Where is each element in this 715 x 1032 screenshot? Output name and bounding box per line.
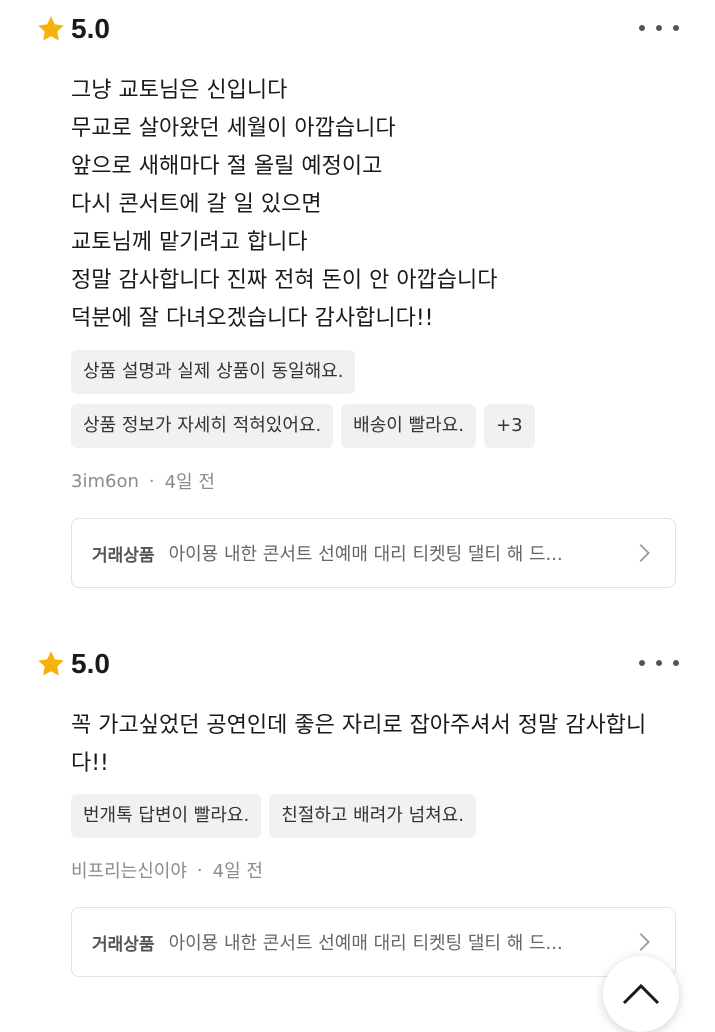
review-tag: 친절하고 배려가 넘쳐요. [269,794,476,838]
more-tags-button[interactable]: +3 [483,404,535,448]
product-label: 거래상품 [92,545,155,566]
product-name: 아이묭 내한 콘서트 선예매 대리 티켓팅 댈티 해 드... [168,933,563,954]
product-card[interactable]: 거래상품 아이묭 내한 콘서트 선예매 대리 티켓팅 댈티 해 드... [71,907,676,977]
rating: 5.0 [36,11,110,47]
star-icon [38,651,64,676]
review-time: 4일 전 [212,861,263,882]
product-label: 거래상품 [92,934,155,955]
review-tag: 상품 설명과 실제 상품이 동일해요. [71,350,356,394]
author-name[interactable]: 비프리는신이야 [71,857,187,883]
review-tag: 상품 정보가 자세히 적혀있어요. [71,404,334,448]
more-options-icon [639,660,645,666]
review-tags: 번개톡 답변이 빨라요. 친절하고 배려가 넘쳐요. [71,794,681,848]
rating: 5.0 [36,646,110,682]
author-name[interactable]: 3im6on [71,471,139,492]
rating-score: 5.0 [71,13,110,44]
review-tag: 번개톡 답변이 빨라요. [71,794,262,838]
scroll-to-top-button[interactable] [603,956,679,1032]
separator: · [196,859,203,881]
review-text: 꼭 가고싶었던 공연인데 좋은 자리로 잡아주셔서 정말 감사합니다!! [71,713,647,776]
product-card[interactable]: 거래상품 아이묭 내한 콘서트 선예매 대리 티켓팅 댈티 해 드... [71,518,676,588]
more-options-button[interactable] [639,16,679,40]
rating-score: 5.0 [71,648,110,679]
review-text: 그냥 교토님은 신입니다 무교로 살아왔던 세월이 아깝습니다 앞으로 새해마다… [71,78,498,331]
chevron-right-icon [639,544,650,562]
review-time: 4일 전 [164,472,215,493]
review-meta: 3im6on · 4일 전 [71,468,215,494]
chevron-right-icon [639,933,650,951]
more-options-button[interactable] [639,651,679,675]
more-options-icon [639,25,645,31]
review-tag: 배송이 빨라요. [341,404,476,448]
product-name: 아이묭 내한 콘서트 선예매 대리 티켓팅 댈티 해 드... [168,544,563,565]
chevron-up-icon [622,983,660,1005]
review-tags: 상품 설명과 실제 상품이 동일해요. 상품 정보가 자세히 적혀있어요. 배송… [71,350,681,458]
separator: · [148,470,155,492]
review-meta: 비프리는신이야 · 4일 전 [71,857,263,883]
star-icon [38,16,64,41]
